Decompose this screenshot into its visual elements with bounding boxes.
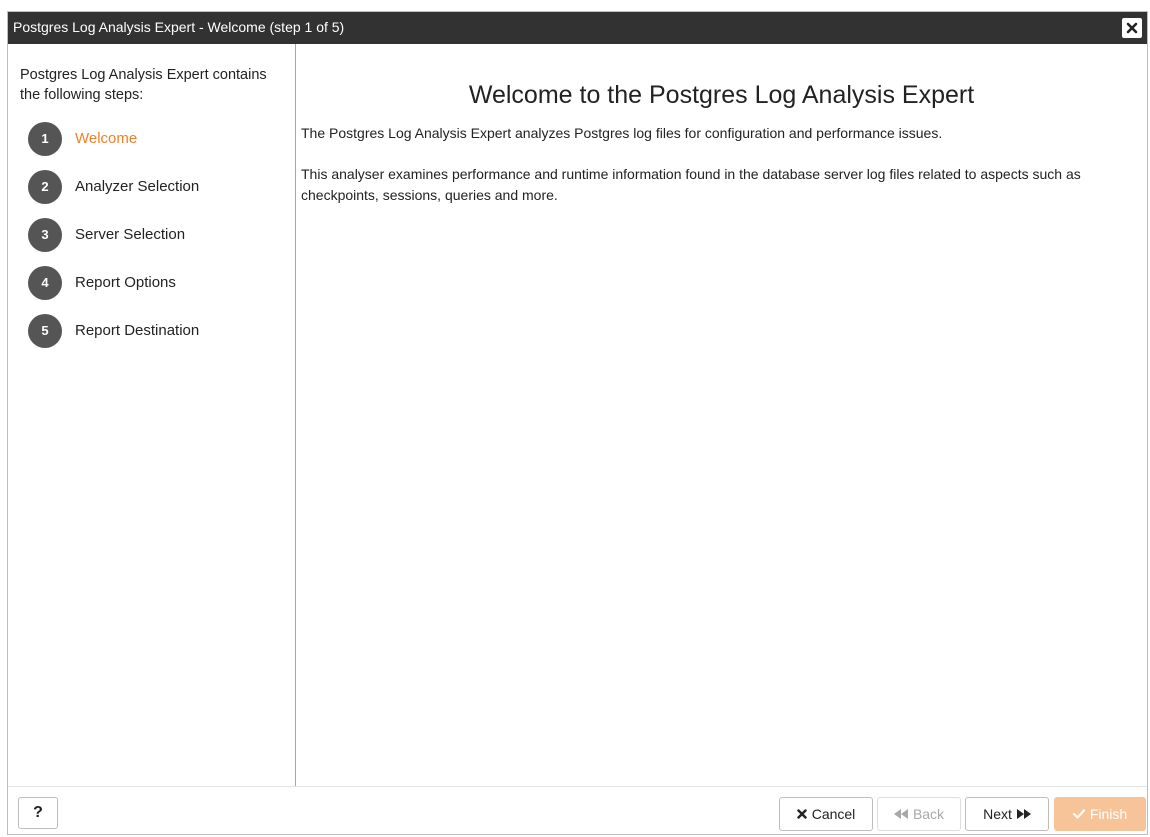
step-number-badge: 1 [28,122,62,156]
details-paragraph: This analyser examines performance and r… [301,166,1081,203]
fast-backward-icon [893,809,908,819]
dialog-title: Postgres Log Analysis Expert - Welcome (… [13,19,345,35]
step-number-badge: 2 [28,170,62,204]
check-icon [1072,809,1085,819]
finish-label: Finish [1089,806,1128,822]
close-icon [1126,22,1138,34]
cancel-label: Cancel [811,806,856,822]
dialog-footer: ? Cancel Back Next Finish [8,786,1147,834]
step-label: Server Selection [75,226,186,243]
next-label: Next [983,806,1012,822]
step-number-badge: 3 [28,218,62,252]
title-bar: Postgres Log Analysis Expert - Welcome (… [8,12,1147,44]
description-paragraph: The Postgres Log Analysis Expert analyze… [301,125,943,141]
times-icon [797,809,807,819]
page-title: Welcome to the Postgres Log Analysis Exp… [468,81,975,109]
step-label: Report Options [75,274,176,291]
back-label: Back [912,806,945,822]
step-report-options: 4 Report Options [28,266,278,314]
step-number-badge: 4 [28,266,62,300]
step-label: Analyzer Selection [75,178,200,195]
step-label: Welcome [75,130,138,147]
step-number-badge: 5 [28,314,62,348]
wizard-dialog: Postgres Log Analysis Expert - Welcome (… [7,11,1148,835]
close-button[interactable] [1122,18,1142,38]
back-button[interactable]: Back [877,797,961,831]
content-panel: Welcome to the Postgres Log Analysis Exp… [296,44,1147,786]
finish-button[interactable]: Finish [1054,797,1146,831]
step-analyzer-selection: 2 Analyzer Selection [28,170,278,218]
sidebar-heading: Postgres Log Analysis Expert contains th… [20,67,267,103]
steps-sidebar: Postgres Log Analysis Expert contains th… [8,44,296,786]
fast-forward-icon [1016,809,1031,819]
step-server-selection: 3 Server Selection [28,218,278,266]
step-welcome: 1 Welcome [28,122,278,170]
next-button[interactable]: Next [965,797,1049,831]
cancel-button[interactable]: Cancel [779,797,873,831]
step-label: Report Destination [75,322,200,339]
step-report-destination: 5 Report Destination [28,314,278,362]
steps-list: 1 Welcome 2 Analyzer Selection 3 Server … [28,122,278,362]
help-button[interactable]: ? [18,797,58,829]
